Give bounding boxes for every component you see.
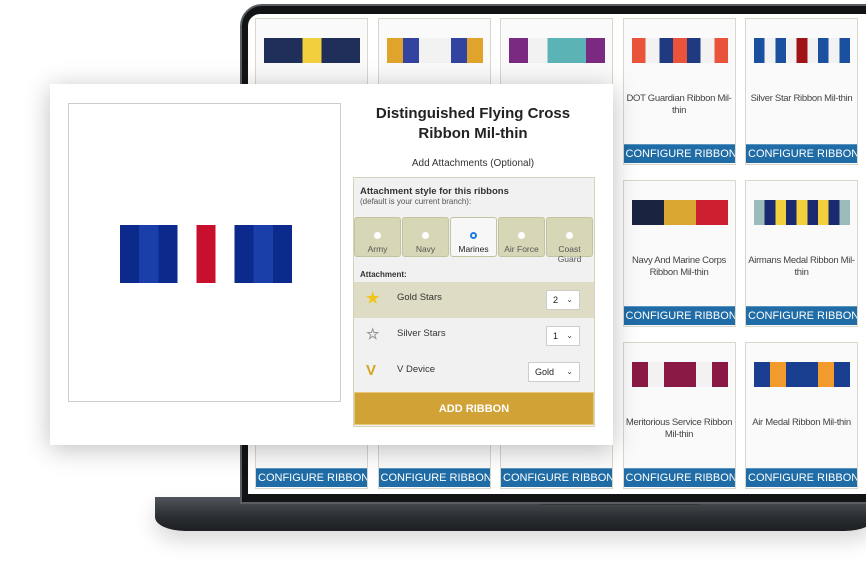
branch-option-coast-guard[interactable]: Coast Guard [546, 217, 593, 264]
product-card[interactable]: Air Medal Ribbon Mil-thin CONFIGURE RIBBO… [745, 342, 858, 489]
ribbon-thumbnail[interactable] [631, 38, 728, 63]
ribbon-thumbnail[interactable] [754, 200, 850, 225]
product-card[interactable]: Meritorious Service Ribbon Mil-thin CONFI… [622, 342, 736, 489]
configure-label: CONFIGURE RIBBON [748, 310, 857, 322]
style-heading: Attachment style for this ribbons [360, 186, 509, 197]
title-line-2: Ribbon Mil-thin [418, 125, 528, 142]
silver-star-icon: ☆ [366, 326, 380, 343]
configure-label: CONFIGURE RIBBON [503, 472, 612, 484]
radio-button[interactable] [518, 232, 525, 239]
ribbon-thumbnail[interactable] [386, 38, 483, 63]
product-card[interactable]: DOT Guardian Ribbon Mil-thin CONFIGURE RI… [622, 18, 736, 165]
configure-label: CONFIGURE RIBBON [625, 148, 735, 160]
chevron-down-icon: ⌄ [566, 367, 573, 376]
attachment-select[interactable]: 1 ⌄ [546, 326, 580, 346]
ribbon-thumbnail[interactable] [509, 38, 605, 63]
radio-button[interactable] [422, 232, 429, 239]
configure-ribbon-button[interactable]: CONFIGURE RIBBON▶ [501, 468, 612, 487]
configure-ribbon-button[interactable]: CONFIGURE RIBBON▶ [746, 468, 857, 487]
branch-option-marines[interactable]: Marines [450, 217, 497, 257]
ribbon-thumbnail[interactable] [631, 200, 728, 225]
v-device-icon: V [366, 362, 377, 379]
branch-option-navy[interactable]: Navy [402, 217, 449, 257]
attachments-heading: Add Attachments (Optional) [411, 158, 535, 169]
product-name[interactable]: Silver Star Ribbon Mil-thin [748, 93, 855, 105]
product-name[interactable]: Navy And Marine Corps Ribbon Mil-thin [626, 255, 733, 279]
configure-ribbon-button[interactable]: CONFIGURE RIBBON▶ [623, 468, 735, 487]
attachment-name: Gold Stars [397, 292, 442, 303]
ribbon-image [101, 225, 311, 283]
product-name[interactable]: DOT Guardian Ribbon Mil-thin [626, 93, 733, 117]
product-name[interactable]: Airmans Medal Ribbon Mil-thin [748, 255, 855, 279]
branch-label: Navy [415, 244, 436, 254]
product-modal: Distinguished Flying Cross Ribbon Mil-thi… [50, 84, 613, 445]
attachment-row: ☆ Silver Stars 1 ⌄ [354, 318, 594, 354]
configure-ribbon-button[interactable]: CONFIGURE RIBBON▶ [378, 468, 490, 487]
attachment-row: V V Device Gold ⌄ [354, 354, 594, 390]
attachment-name: V Device [397, 364, 436, 375]
product-card[interactable]: Navy And Marine Corps Ribbon Mil-thin CON… [622, 180, 736, 327]
chevron-down-icon: ⌄ [566, 331, 573, 340]
branch-label: Air Force [504, 244, 539, 254]
branch-option-air-force[interactable]: Air Force [498, 217, 545, 257]
product-image [68, 103, 341, 402]
radio-button[interactable] [470, 232, 477, 239]
configure-ribbon-button[interactable]: CONFIGURE RIBBON▶ [746, 306, 857, 325]
ribbon-thumbnail[interactable] [754, 38, 850, 63]
attachment-name: Silver Stars [397, 328, 446, 339]
branch-label: Marines [458, 244, 489, 254]
product-card[interactable]: Silver Star Ribbon Mil-thin CONFIGURE RIB… [745, 18, 858, 165]
configure-label: CONFIGURE RIBBON [258, 472, 367, 484]
select-value: 1 [553, 331, 559, 341]
style-note: (default is your current branch): [360, 197, 472, 206]
configure-ribbon-button[interactable]: CONFIGURE RIBBON▶ [623, 306, 735, 325]
gold-star-icon: ★ [366, 290, 380, 307]
product-title: Distinguished Flying Cross Ribbon Mil-thi… [353, 104, 593, 144]
branch-option-army[interactable]: Army [354, 217, 401, 257]
configure-ribbon-button[interactable]: CONFIGURE RIBBON▶ [746, 144, 857, 163]
radio-button[interactable] [566, 232, 573, 239]
configure-ribbon-button[interactable]: CONFIGURE RIBBON▶ [256, 468, 367, 487]
select-value: Gold [535, 367, 555, 377]
attachment-row: ★ Gold Stars 2 ⌄ [354, 282, 594, 318]
configure-ribbon-button[interactable]: CONFIGURE RIBBON▶ [623, 144, 735, 163]
title-line-1: Distinguished Flying Cross [375, 105, 571, 122]
ribbon-thumbnail[interactable] [264, 38, 360, 63]
branch-label: Coast Guard [557, 244, 582, 264]
attachment-select[interactable]: Gold ⌄ [528, 362, 580, 382]
configure-label: CONFIGURE RIBBON [625, 472, 735, 484]
configure-label: CONFIGURE RIBBON [625, 310, 735, 322]
configure-label: CONFIGURE RIBBON [380, 472, 490, 484]
product-name[interactable]: Meritorious Service Ribbon Mil-thin [626, 417, 733, 441]
ribbon-thumbnail[interactable] [754, 362, 850, 387]
add-ribbon-button[interactable]: ADD RIBBON [354, 392, 594, 425]
ribbon-thumbnail[interactable] [631, 362, 728, 387]
select-value: 2 [553, 295, 559, 305]
branch-label: Army [367, 244, 388, 254]
configure-label: CONFIGURE RIBBON [748, 472, 857, 484]
configure-label: CONFIGURE RIBBON [748, 148, 857, 160]
attachment-label: Attachment: [360, 270, 407, 279]
attachment-select[interactable]: 2 ⌄ [546, 290, 580, 310]
product-card[interactable]: Airmans Medal Ribbon Mil-thin CONFIGURE R… [745, 180, 858, 327]
product-name[interactable]: Air Medal Ribbon Mil-thin [748, 417, 855, 429]
attachments-panel: Attachment style for this ribbons (defau… [353, 177, 595, 427]
radio-button[interactable] [374, 232, 381, 239]
chevron-down-icon: ⌄ [566, 295, 573, 304]
